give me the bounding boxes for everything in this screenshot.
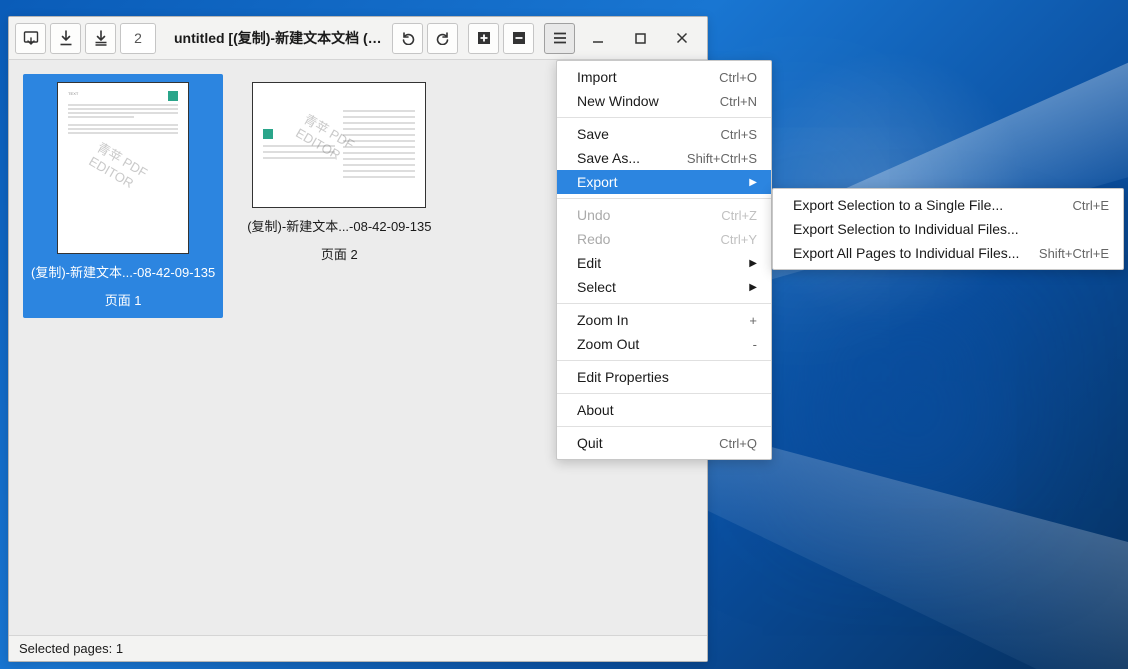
toolbar: untitled [(复制)-新建文本文档 (2... bbox=[9, 17, 707, 60]
submenu-arrow-icon: ▶ bbox=[749, 282, 757, 293]
page-thumbnail[interactable]: TEXT 青苹 PDF EDITOR bbox=[57, 82, 189, 254]
menu-item-new-window[interactable]: New WindowCtrl+N bbox=[557, 89, 771, 113]
close-icon bbox=[676, 32, 688, 44]
menu-item-export[interactable]: Export▶ bbox=[557, 170, 771, 194]
menu-separator bbox=[557, 426, 771, 427]
import-at-icon bbox=[94, 30, 108, 46]
hamburger-menu-button[interactable] bbox=[544, 23, 575, 54]
submenu-arrow-icon: ▶ bbox=[749, 258, 757, 269]
maximize-button[interactable] bbox=[621, 23, 659, 54]
menu-separator bbox=[557, 393, 771, 394]
hamburger-icon bbox=[553, 32, 567, 44]
page-filename: (复制)-新建文本...-08-42-09-135 bbox=[247, 218, 431, 236]
rotate-ccw-button[interactable] bbox=[392, 23, 423, 54]
zoom-in-icon bbox=[477, 31, 491, 45]
menu-item-redo: RedoCtrl+Y bbox=[557, 227, 771, 251]
menu-separator bbox=[557, 303, 771, 304]
menu-item-zoom-in[interactable]: Zoom In+ bbox=[557, 308, 771, 332]
menu-item-save[interactable]: SaveCtrl+S bbox=[557, 122, 771, 146]
menu-item-save-as[interactable]: Save As...Shift+Ctrl+S bbox=[557, 146, 771, 170]
main-menu: ImportCtrl+O New WindowCtrl+N SaveCtrl+S… bbox=[556, 60, 772, 460]
submenu-arrow-icon: ▶ bbox=[749, 177, 757, 188]
menu-separator bbox=[557, 198, 771, 199]
menu-item-zoom-out[interactable]: Zoom Out- bbox=[557, 332, 771, 356]
rotate-cw-icon bbox=[436, 31, 450, 45]
menu-item-about[interactable]: About bbox=[557, 398, 771, 422]
minimize-button[interactable] bbox=[579, 23, 617, 54]
status-text: Selected pages: 1 bbox=[19, 641, 123, 656]
menu-item-export-all-individual[interactable]: Export All Pages to Individual Files...S… bbox=[773, 241, 1123, 265]
zoom-in-button[interactable] bbox=[468, 23, 499, 54]
menu-item-edit-properties[interactable]: Edit Properties bbox=[557, 365, 771, 389]
zoom-out-icon bbox=[512, 31, 526, 45]
menu-separator bbox=[557, 117, 771, 118]
menu-item-select[interactable]: Select▶ bbox=[557, 275, 771, 299]
watermark: 青苹 PDF EDITOR bbox=[86, 137, 159, 199]
page-number-input[interactable] bbox=[120, 23, 156, 54]
save-button[interactable] bbox=[15, 23, 46, 54]
menu-separator bbox=[557, 360, 771, 361]
page-tile[interactable]: 青苹 PDF EDITOR (复制)-新建文本...-08-42-09-135 … bbox=[239, 74, 439, 272]
rotate-cw-button[interactable] bbox=[427, 23, 458, 54]
menu-item-quit[interactable]: QuitCtrl+Q bbox=[557, 431, 771, 455]
menu-item-undo: UndoCtrl+Z bbox=[557, 203, 771, 227]
minimize-icon bbox=[592, 32, 604, 44]
import-button[interactable] bbox=[50, 23, 81, 54]
save-icon bbox=[23, 30, 39, 46]
window-title: untitled [(复制)-新建文本文档 (2... bbox=[174, 28, 382, 48]
import-at-position-button[interactable] bbox=[85, 23, 116, 54]
menu-item-export-selection-single[interactable]: Export Selection to a Single File...Ctrl… bbox=[773, 193, 1123, 217]
import-icon bbox=[59, 30, 73, 46]
status-bar: Selected pages: 1 bbox=[9, 635, 707, 661]
rotate-ccw-icon bbox=[401, 31, 415, 45]
page-tile[interactable]: TEXT 青苹 PDF EDITOR (复制)-新建文本...-08-42-09… bbox=[23, 74, 223, 318]
page-thumbnail[interactable]: 青苹 PDF EDITOR bbox=[252, 82, 426, 208]
page-number-label: 页面 2 bbox=[321, 246, 358, 264]
page-filename: (复制)-新建文本...-08-42-09-135 bbox=[31, 264, 215, 282]
menu-item-export-selection-individual[interactable]: Export Selection to Individual Files... bbox=[773, 217, 1123, 241]
menu-item-edit[interactable]: Edit▶ bbox=[557, 251, 771, 275]
menu-item-import[interactable]: ImportCtrl+O bbox=[557, 65, 771, 89]
zoom-out-button[interactable] bbox=[503, 23, 534, 54]
close-button[interactable] bbox=[663, 23, 701, 54]
page-number-label: 页面 1 bbox=[105, 292, 142, 310]
export-submenu: Export Selection to a Single File...Ctrl… bbox=[772, 188, 1124, 270]
maximize-icon bbox=[635, 33, 646, 44]
